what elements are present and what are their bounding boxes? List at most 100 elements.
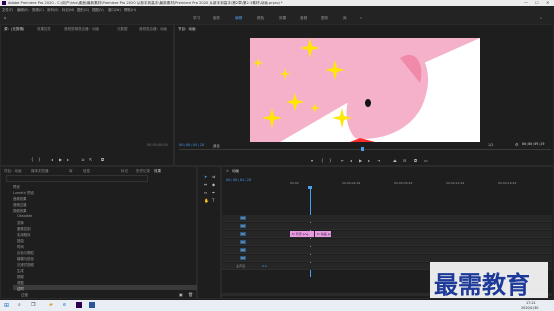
workspace-graphics[interactable]: 图形 bbox=[321, 16, 328, 21]
list-item[interactable]: Lumetri 预设 bbox=[13, 190, 34, 195]
tab-program[interactable]: 节目：动画 bbox=[178, 27, 196, 32]
list-item[interactable]: 视频 bbox=[17, 274, 24, 279]
effects-search-input[interactable] bbox=[6, 175, 148, 182]
workspace-learn[interactable]: 学习 bbox=[193, 16, 200, 21]
maximize-button[interactable]: ☐ bbox=[535, 0, 539, 5]
play-icon[interactable]: ▶ bbox=[59, 158, 62, 162]
go-to-out-icon[interactable]: ⇥ bbox=[377, 159, 380, 163]
hand-tool-icon[interactable]: ✋ bbox=[204, 199, 209, 203]
watermark: 最需教育 bbox=[430, 262, 548, 299]
search-icon[interactable]: ⌕ bbox=[540, 16, 542, 20]
program-timecode: 00;00;04;28 bbox=[179, 142, 205, 147]
tab-info[interactable]: 信息 bbox=[83, 169, 90, 174]
fit-dropdown[interactable]: 适合 bbox=[213, 143, 220, 148]
windows-icon[interactable]: ⊞ bbox=[4, 302, 9, 309]
type-tool-icon[interactable]: T bbox=[212, 199, 214, 203]
premiere-icon[interactable] bbox=[76, 302, 82, 308]
razor-tool-icon[interactable]: ◆ bbox=[212, 183, 215, 187]
list-item[interactable]: 杂色与颗粒 bbox=[17, 250, 34, 255]
playhead-handle[interactable] bbox=[308, 186, 312, 189]
step-back-icon[interactable]: ◂ bbox=[51, 158, 53, 162]
workspace-libraries[interactable]: 库 bbox=[343, 16, 347, 21]
timeline-timecode: 00;00;04;28 bbox=[226, 177, 252, 182]
program-video-frame bbox=[250, 38, 480, 142]
slip-tool-icon[interactable]: ⇔ bbox=[204, 191, 207, 195]
ruler-label: 00;00 bbox=[290, 181, 299, 185]
list-item[interactable]: 时间 bbox=[17, 244, 24, 249]
folder-icon[interactable]: ▰ bbox=[49, 302, 53, 308]
mark-in-icon[interactable]: { bbox=[31, 158, 34, 162]
step-back-icon[interactable]: ◂ bbox=[350, 159, 352, 163]
workspace-editing[interactable]: 编辑 bbox=[235, 16, 242, 21]
tab-effects[interactable]: 效果 bbox=[154, 169, 161, 174]
list-item[interactable]: 预设 bbox=[13, 184, 20, 189]
search-icon[interactable]: ⌕ bbox=[18, 302, 21, 308]
workspace-effects[interactable]: 效果 bbox=[279, 16, 286, 21]
list-item[interactable]: 音频过渡 bbox=[13, 202, 27, 207]
list-item[interactable]: 模糊与锐化 bbox=[17, 256, 34, 261]
workspace-more-icon[interactable]: » bbox=[360, 16, 362, 20]
close-tab-icon[interactable]: ✕ bbox=[226, 169, 229, 173]
list-item-selected[interactable]: 过时 bbox=[17, 286, 24, 291]
step-forward-icon[interactable]: ▸ bbox=[368, 159, 370, 163]
workspace-audio[interactable]: 音频 bbox=[300, 16, 307, 21]
list-item[interactable]: 音频效果 bbox=[13, 196, 27, 201]
lift-icon[interactable]: ⏏ bbox=[393, 159, 397, 163]
list-item[interactable]: 扭曲 bbox=[17, 238, 24, 243]
list-item[interactable]: 视频效果 bbox=[13, 208, 27, 213]
quality-dropdown[interactable]: 1/2 bbox=[488, 143, 493, 147]
taskview-icon[interactable]: ❐ bbox=[31, 302, 35, 308]
tab-libraries[interactable]: 库 bbox=[69, 169, 73, 174]
mark-in-icon[interactable]: { bbox=[321, 159, 324, 163]
compare-icon[interactable]: ▭ bbox=[424, 159, 428, 163]
clip-animation[interactable]: fx 动画.png bbox=[315, 231, 331, 237]
workspace-assembly[interactable]: 组件 bbox=[213, 16, 220, 21]
workspace-color[interactable]: 颜色 bbox=[257, 16, 264, 21]
tab-audio-clip-mixer[interactable]: 音频剪辑混合器：动画 bbox=[64, 27, 99, 32]
wrench-icon[interactable]: ⚙ bbox=[515, 142, 519, 147]
play-icon[interactable]: ▶ bbox=[359, 159, 362, 163]
tab-audio-track-mixer[interactable]: 音频混合器：动画 bbox=[139, 27, 167, 32]
step-forward-icon[interactable]: ▸ bbox=[67, 158, 69, 162]
tab-history[interactable]: 历史记录 bbox=[136, 169, 150, 174]
ripple-edit-tool-icon[interactable]: ⇹ bbox=[204, 183, 207, 187]
extract-icon[interactable]: ⊟ bbox=[403, 159, 406, 163]
delete-icon[interactable]: 🗑 bbox=[188, 293, 193, 297]
list-item[interactable]: 图像控制 bbox=[17, 226, 31, 231]
program-duration: 00;00;09;29 bbox=[522, 142, 545, 146]
list-item[interactable]: 生成 bbox=[17, 268, 24, 273]
home-icon[interactable]: ⌂ bbox=[4, 16, 6, 20]
pen-tool-icon[interactable]: ✒ bbox=[212, 191, 215, 195]
mark-out-icon[interactable]: } bbox=[329, 159, 332, 163]
mark-out-icon[interactable]: } bbox=[38, 158, 41, 162]
camera-icon[interactable]: ◘ bbox=[101, 158, 104, 162]
edge-icon[interactable]: e bbox=[63, 302, 66, 308]
clip-background[interactable]: fx 背景.png bbox=[290, 231, 314, 237]
add-marker-icon[interactable]: ▾ bbox=[311, 159, 313, 163]
tab-markers[interactable]: 标记 bbox=[121, 169, 128, 174]
list-item[interactable]: 过渡 bbox=[21, 292, 28, 297]
new-item-icon[interactable]: ▣ bbox=[179, 293, 183, 297]
program-playhead[interactable] bbox=[361, 147, 364, 151]
camera-icon[interactable]: ◘ bbox=[414, 159, 417, 163]
track-select-tool-icon[interactable]: ⇉ bbox=[212, 175, 215, 179]
word-icon[interactable] bbox=[89, 302, 95, 308]
minimize-button[interactable]: — bbox=[524, 0, 528, 5]
master-value[interactable]: 0.0 bbox=[262, 264, 267, 268]
list-item[interactable]: Obsolete bbox=[17, 214, 32, 218]
tab-effect-controls[interactable]: 效果控件 bbox=[37, 27, 51, 32]
program-scrubber[interactable] bbox=[179, 149, 551, 150]
tab-metadata[interactable]: 元数据 bbox=[117, 27, 128, 32]
tab-source[interactable]: 源：(无剪辑) bbox=[4, 27, 24, 32]
timeline-tab[interactable]: 动画 bbox=[232, 169, 239, 174]
close-button[interactable]: ✕ bbox=[546, 0, 549, 5]
insert-icon[interactable]: ⇲ bbox=[81, 158, 84, 162]
selection-tool-icon[interactable]: ➤ bbox=[204, 175, 207, 179]
list-item[interactable]: 沉浸式视频 bbox=[17, 262, 34, 267]
list-item[interactable]: 变换 bbox=[17, 220, 24, 225]
overwrite-icon[interactable]: ⇱ bbox=[89, 158, 92, 162]
go-to-in-icon[interactable]: ⇤ bbox=[341, 159, 344, 163]
tab-media-browser[interactable]: 媒体浏览器 bbox=[31, 169, 49, 174]
tab-project[interactable]: 项目：动画 bbox=[4, 169, 22, 174]
list-item[interactable]: 实用程序 bbox=[17, 232, 31, 237]
